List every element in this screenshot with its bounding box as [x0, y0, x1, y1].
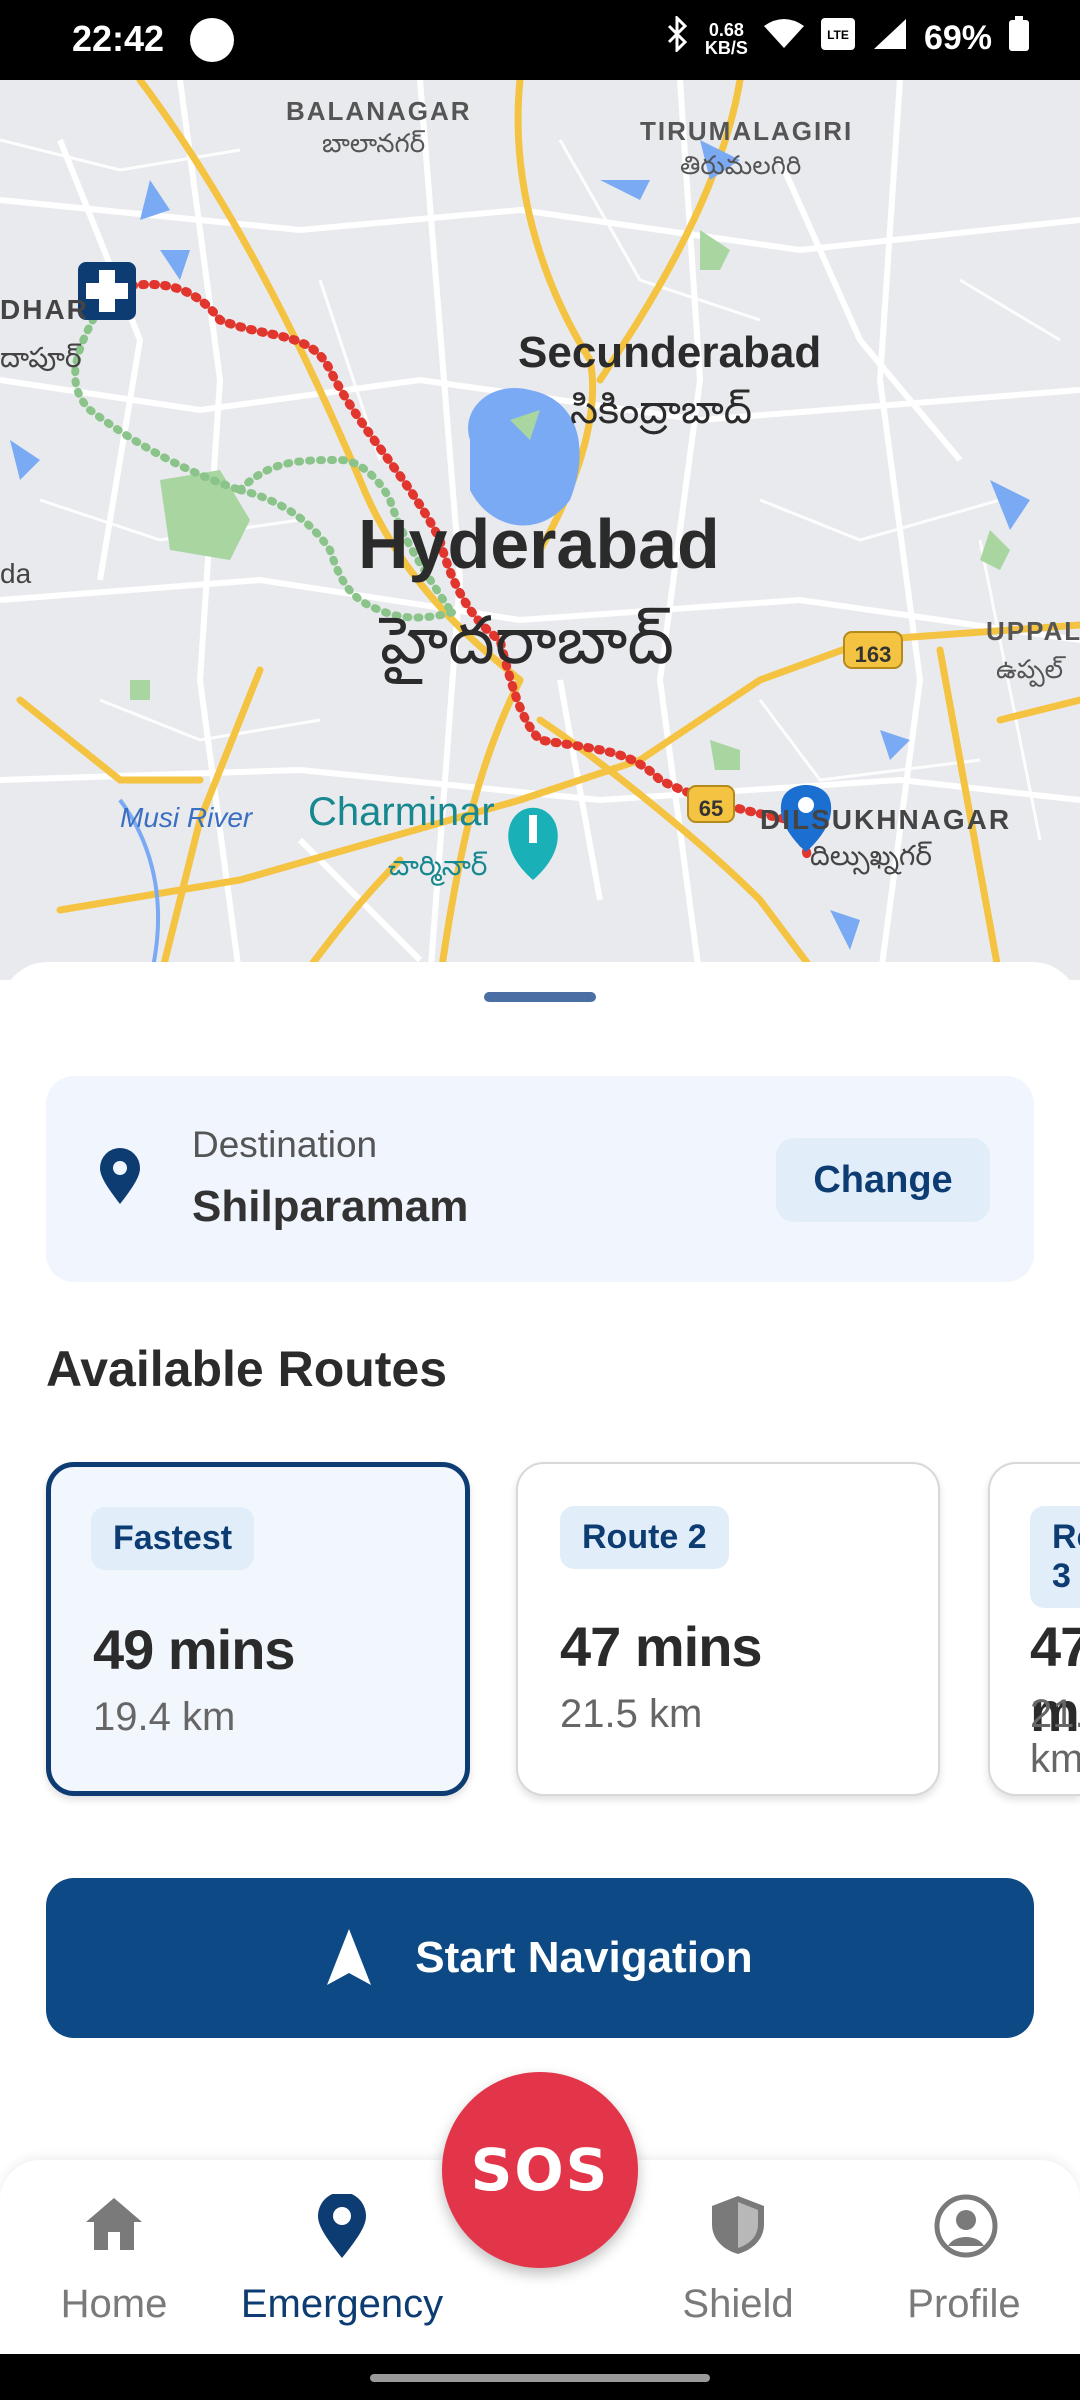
route-distance: 21.5 km	[1030, 1692, 1080, 1781]
map-label-secunderabad-te: సికింద్రాబాద్	[570, 388, 752, 432]
nav-item-home[interactable]: Home	[4, 2190, 224, 2330]
nav-item-emergency[interactable]: Emergency	[232, 2190, 452, 2330]
map-label-uppal: UPPAL	[986, 616, 1080, 646]
app-notification-icon	[190, 18, 234, 62]
start-navigation-label: Start Navigation	[415, 1933, 753, 1982]
status-bar: 22:42 0.68 KB/S LTE 69%	[0, 0, 1080, 80]
battery-icon	[1008, 16, 1030, 61]
map-label-hyderabad: Hyderabad	[358, 505, 720, 583]
route-duration: 49 mins	[93, 1618, 296, 1681]
clock: 22:42	[72, 18, 165, 59]
signal-icon	[872, 17, 908, 60]
map-label-charminar-te: చార్మినార్	[388, 850, 488, 881]
profile-icon	[934, 2194, 998, 2258]
destination-card: Destination Shilparamam Change	[46, 1076, 1034, 1282]
destination-label: Destination	[192, 1124, 378, 1165]
status-icons: 0.68 KB/S LTE 69%	[667, 14, 1030, 61]
location-pin-icon	[318, 2194, 366, 2258]
charminar-marker-icon[interactable]	[508, 807, 558, 880]
map-label-charminar: Charminar	[308, 790, 495, 834]
map-label-dilsukhnagar-te: దిల్సుఖ్నగర్	[810, 840, 932, 871]
home-icon	[86, 2198, 142, 2250]
nav-item-shield[interactable]: Shield	[628, 2190, 848, 2330]
shield-icon	[712, 2196, 764, 2254]
route-duration: 47 mins	[560, 1615, 763, 1678]
svg-text:LTE: LTE	[827, 28, 849, 42]
nav-label-home: Home	[60, 2282, 168, 2326]
highway-shield-label-65: 65	[698, 796, 724, 821]
highway-shield-label-163: 163	[854, 642, 892, 667]
volte-icon: LTE	[820, 17, 856, 60]
route-distance: 19.4 km	[93, 1695, 236, 1739]
route-map[interactable]: BALANAGAR బాలానగర్ TIRUMALAGIRI తిరుమలగి…	[0, 80, 1080, 980]
route-card-route-2[interactable]: Route 2 47 mins 21.5 km	[516, 1462, 940, 1796]
map-label-tirumalagiri: TIRUMALAGIRI	[640, 116, 854, 146]
map-label-da: da	[0, 558, 32, 589]
bluetooth-icon	[667, 14, 689, 61]
map-label-balanagar: BALANAGAR	[286, 96, 472, 126]
wifi-icon	[763, 18, 804, 59]
map-label-dilsukhnagar: DILSUKHNAGAR	[760, 804, 1012, 835]
battery-percent: 69%	[923, 19, 992, 57]
nav-label-shield: Shield	[682, 2282, 794, 2326]
map-label-dapur-te: దాపూర్	[0, 342, 82, 373]
location-pin-icon	[100, 1148, 140, 1209]
map-label-tirumalagiri-te: తిరుమలగిరి	[680, 150, 802, 180]
map-label-dhar: DHAR	[0, 294, 89, 325]
route-tag: Fastest	[91, 1507, 255, 1570]
network-speed: 0.68 KB/S	[704, 19, 748, 58]
route-tag: Route 3	[1030, 1506, 1080, 1608]
route-card-fastest[interactable]: Fastest 49 mins 19.4 km	[46, 1462, 470, 1796]
route-card-route-3[interactable]: Route 3 47 mins 21.5 km	[988, 1462, 1080, 1796]
start-navigation-button[interactable]: Start Navigation	[46, 1878, 1034, 2038]
route-tag: Route 2	[560, 1506, 729, 1569]
sos-button[interactable]: SOS	[442, 2072, 638, 2268]
navigation-arrow-icon	[327, 1928, 372, 1988]
map-label-secunderabad: Secunderabad	[518, 328, 822, 377]
map-label-balanagar-te: బాలానగర్	[322, 128, 426, 158]
map-label-uppal-te: ఉప్పల్	[996, 654, 1064, 684]
nav-label-profile: Profile	[907, 2282, 1021, 2326]
sheet-drag-handle[interactable]	[484, 992, 596, 1002]
home-indicator[interactable]	[370, 2374, 710, 2382]
change-destination-button[interactable]: Change	[776, 1138, 990, 1222]
nav-item-profile[interactable]: Profile	[854, 2190, 1074, 2330]
map-label-hyderabad-te: హైదరాబాద్	[380, 603, 674, 677]
available-routes-heading: Available Routes	[46, 1341, 448, 1397]
nav-label-emergency: Emergency	[240, 2282, 444, 2326]
route-distance: 21.5 km	[560, 1692, 703, 1736]
map-label-musi-river: Musi River	[120, 802, 253, 833]
destination-value: Shilparamam	[192, 1182, 469, 1231]
